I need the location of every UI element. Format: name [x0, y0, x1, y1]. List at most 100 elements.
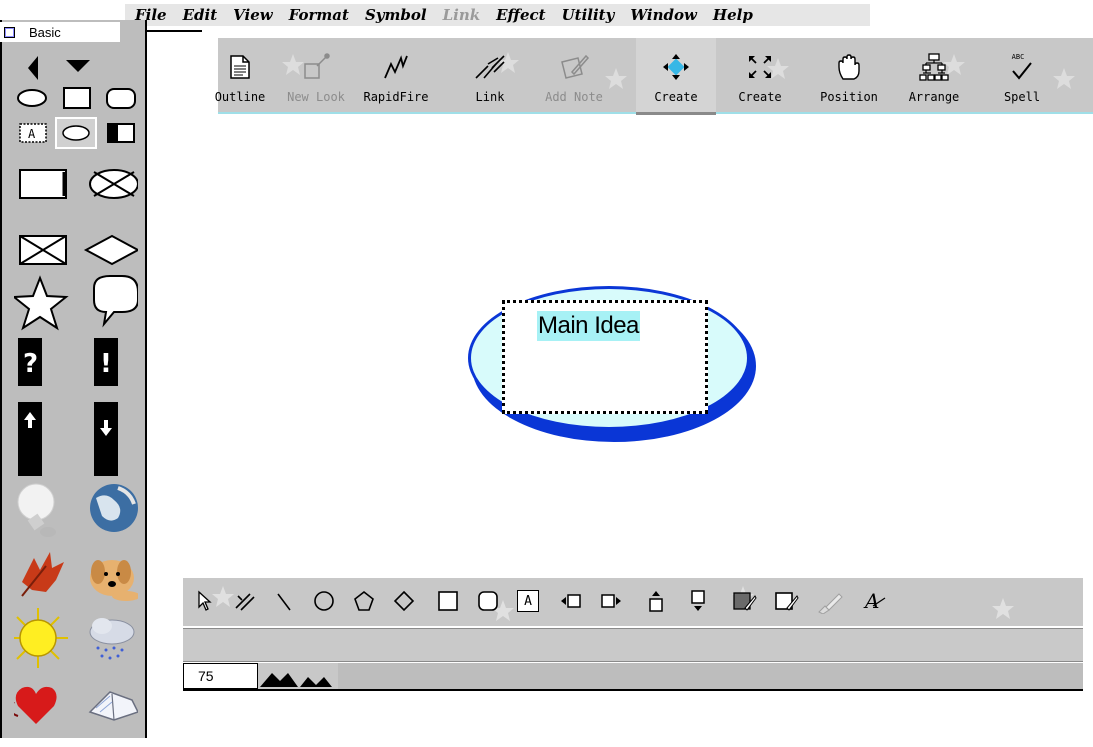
rounded-square-tool[interactable]: [471, 584, 505, 618]
fill-color-icon: [733, 592, 757, 611]
pentagon-icon: [354, 590, 374, 611]
square-tool[interactable]: [431, 584, 465, 618]
main-idea-text[interactable]: Main Idea: [537, 311, 640, 341]
expand-icon: [749, 56, 771, 78]
diamond-tool[interactable]: [387, 584, 421, 618]
menu-effect[interactable]: Effect: [496, 6, 545, 24]
note-pencil-icon: [561, 54, 590, 79]
paint-brush-icon: [304, 53, 330, 79]
star-icon[interactable]: [11, 275, 69, 331]
svg-text:A: A: [863, 589, 879, 613]
nudge-right-tool[interactable]: [595, 584, 629, 618]
svg-text:A: A: [28, 127, 36, 141]
palette-tools: A ? !: [8, 52, 141, 742]
send-backward-icon: [691, 590, 705, 611]
rectangle-icon[interactable]: [63, 87, 91, 109]
question-mark-icon[interactable]: ?: [18, 338, 42, 386]
fill-color-tool[interactable]: [727, 584, 761, 618]
menu-view[interactable]: View: [233, 6, 273, 24]
link-button[interactable]: Link: [468, 38, 512, 112]
rain-cloud-icon[interactable]: [89, 618, 135, 660]
create-child-button[interactable]: Create: [636, 38, 716, 115]
svg-text:?: ?: [23, 349, 38, 379]
speech-bubble-icon[interactable]: [93, 275, 139, 328]
arrange-button[interactable]: Arrange: [902, 38, 966, 112]
menu-help[interactable]: Help: [713, 6, 753, 24]
zoom-level-field[interactable]: 75: [183, 663, 258, 689]
text-entry-field[interactable]: [183, 628, 1083, 662]
earth-globe-icon[interactable]: [90, 484, 138, 532]
left-arrow-icon[interactable]: [28, 56, 38, 80]
line-color-icon: [775, 592, 799, 611]
exclamation-mark-icon[interactable]: !: [94, 338, 118, 386]
lightning-icon: [384, 55, 408, 79]
link-icon: [475, 55, 505, 79]
down-arrow-icon[interactable]: [66, 60, 90, 72]
menu-bar: File Edit View Format Symbol Link Effect Utilit…: [125, 4, 870, 26]
light-bulb-icon[interactable]: [17, 483, 56, 537]
rounded-rectangle-icon[interactable]: [106, 88, 136, 109]
pen-transform-icon: [235, 593, 255, 611]
close-icon[interactable]: [4, 26, 15, 38]
palette-title: Basic: [29, 24, 61, 40]
font-style-icon: A: [863, 589, 886, 613]
send-backward-tool[interactable]: [681, 584, 715, 618]
oval-icon[interactable]: [17, 89, 47, 107]
text-box-icon[interactable]: A: [19, 123, 47, 143]
line-icon: [277, 593, 291, 611]
dog-icon[interactable]: [90, 560, 140, 601]
pentagon-tool[interactable]: [347, 584, 381, 618]
menu-window[interactable]: Window: [630, 6, 697, 24]
line-tool[interactable]: [267, 584, 301, 618]
bring-forward-tool[interactable]: [639, 584, 673, 618]
sun-icon[interactable]: [8, 608, 68, 668]
bottom-border: [183, 689, 1083, 691]
pointer-icon: [198, 590, 212, 611]
create-arrows-icon: [663, 54, 689, 80]
bring-forward-icon: [649, 591, 663, 612]
process-box-icon[interactable]: [19, 169, 67, 199]
hand-icon: [838, 54, 860, 80]
pointer-tool[interactable]: [187, 584, 221, 618]
spell-button[interactable]: ABC Spell: [998, 38, 1046, 112]
font-style-tool[interactable]: A: [857, 584, 891, 618]
menu-link[interactable]: Link: [443, 6, 481, 24]
spell-abc-label: ABC: [1011, 53, 1025, 61]
pen-transform-tool[interactable]: [227, 584, 261, 618]
text-tool[interactable]: A: [511, 584, 545, 618]
nudge-left-tool[interactable]: [553, 584, 587, 618]
circle-icon: [314, 591, 334, 611]
rounded-square-icon: [478, 591, 498, 611]
oval-outline-icon[interactable]: [55, 117, 97, 149]
diamond-icon[interactable]: [83, 234, 141, 266]
crossed-oval-icon[interactable]: [89, 169, 139, 199]
palette-title-bar[interactable]: Basic: [0, 22, 120, 42]
diamond-outline-icon: [393, 590, 415, 612]
autumn-leaf-icon[interactable]: [21, 552, 64, 597]
heart-icon[interactable]: [9, 686, 57, 724]
rapidfire-button[interactable]: RapidFire: [358, 38, 434, 112]
down-arrow-box-icon[interactable]: [94, 402, 118, 476]
brush-tool[interactable]: [813, 584, 847, 618]
add-note-button[interactable]: Add Note: [538, 38, 610, 112]
main-toolbar: Outline New Look RapidFire Link Add Note…: [215, 38, 1093, 115]
line-color-tool[interactable]: [769, 584, 803, 618]
crossed-box-icon[interactable]: [19, 235, 67, 265]
menu-symbol[interactable]: Symbol: [365, 6, 427, 24]
hierarchy-icon: [919, 53, 949, 81]
open-book-icon[interactable]: [88, 691, 140, 721]
circle-tool[interactable]: [307, 584, 341, 618]
menu-format[interactable]: Format: [289, 6, 349, 24]
position-button[interactable]: Position: [814, 38, 884, 112]
nudge-left-icon: [561, 594, 581, 608]
create-sibling-button[interactable]: Create: [728, 38, 792, 112]
half-filled-rectangle-icon[interactable]: [107, 123, 135, 143]
outline-button[interactable]: Outline: [210, 38, 270, 112]
drawing-toolbar: A A: [183, 578, 1083, 626]
zoom-controls[interactable]: [258, 663, 338, 689]
square-icon: [438, 591, 458, 611]
menu-edit[interactable]: Edit: [183, 6, 218, 24]
up-arrow-box-icon[interactable]: [18, 402, 42, 476]
menu-utility[interactable]: Utility: [562, 6, 615, 24]
new-look-button[interactable]: New Look: [280, 38, 352, 112]
